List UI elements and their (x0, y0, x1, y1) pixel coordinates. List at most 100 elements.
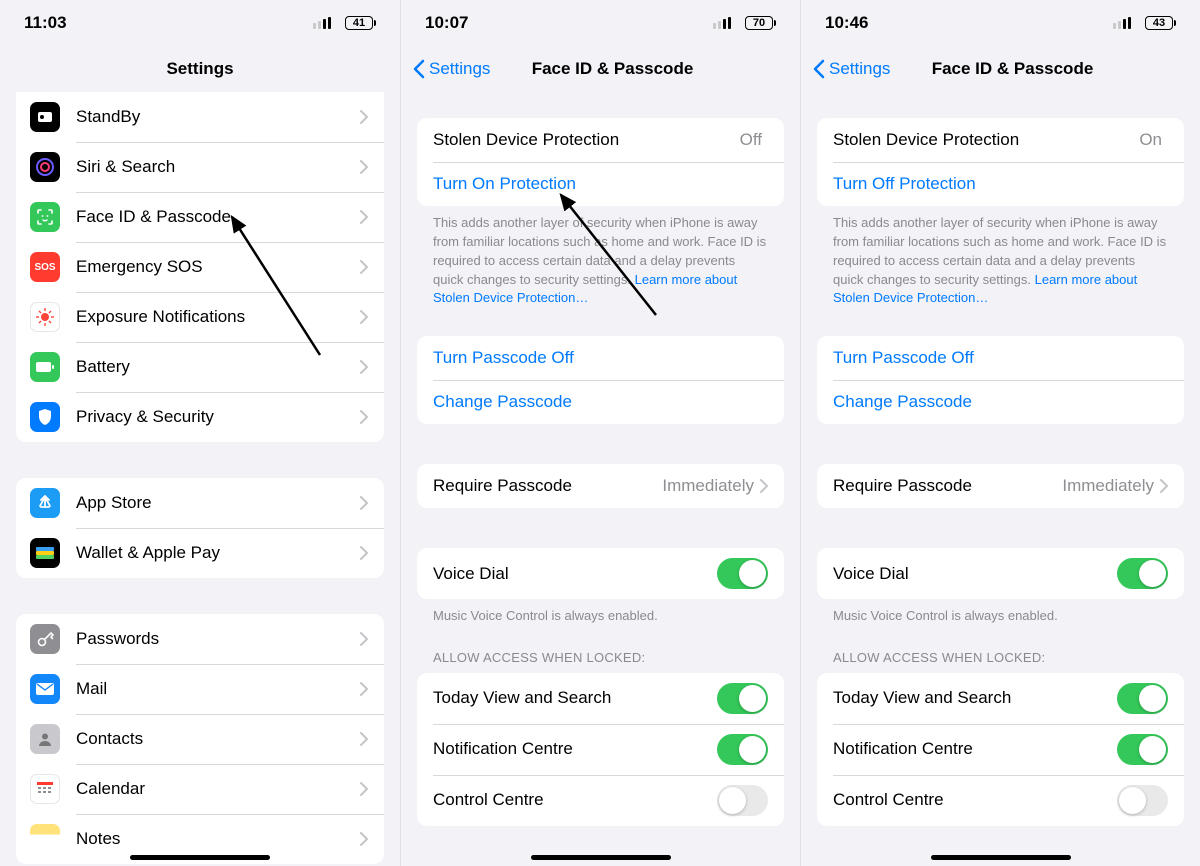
notification-centre-toggle[interactable] (1117, 734, 1168, 765)
row-siri-search[interactable]: Siri & Search (16, 142, 384, 192)
key-icon (30, 624, 60, 654)
chevron-icon (360, 496, 368, 510)
sdp-value: On (1139, 130, 1162, 150)
row-wallet-applepay[interactable]: Wallet & Apple Pay (16, 528, 384, 578)
passcode-group: Turn Passcode Off Change Passcode (817, 336, 1184, 424)
settings-group-2: App Store Wallet & Apple Pay (16, 478, 384, 578)
chevron-icon (360, 632, 368, 646)
status-bar: 11:03 41 (0, 0, 400, 46)
sdp-footer: This adds another layer of security when… (817, 206, 1184, 308)
row-label: Wallet & Apple Pay (76, 543, 360, 563)
row-label: Require Passcode (833, 476, 1062, 496)
notification-centre-toggle[interactable] (717, 734, 768, 765)
row-label: Control Centre (833, 790, 1117, 810)
sdp-group: Stolen Device Protection Off Turn On Pro… (417, 118, 784, 206)
today-view-toggle[interactable] (717, 683, 768, 714)
row-label: Mail (76, 679, 360, 699)
chevron-icon (360, 682, 368, 696)
voice-dial-toggle[interactable] (1117, 558, 1168, 589)
row-emergency-sos[interactable]: SOS Emergency SOS (16, 242, 384, 292)
today-view-toggle[interactable] (1117, 683, 1168, 714)
row-sdp-action[interactable]: Turn On Protection (417, 162, 784, 206)
battery-icon: 43 (1145, 16, 1176, 30)
require-passcode-group: Require Passcode Immediately (817, 464, 1184, 508)
row-label: Siri & Search (76, 157, 360, 177)
home-indicator[interactable] (130, 855, 270, 860)
status-time: 10:46 (825, 13, 868, 33)
row-label: Stolen Device Protection (833, 130, 1139, 150)
battery-icon: 70 (745, 16, 776, 30)
row-sdp-status[interactable]: Stolen Device Protection Off (417, 118, 784, 162)
row-label: Contacts (76, 729, 360, 749)
row-label: Calendar (76, 779, 360, 799)
notes-icon (30, 824, 60, 854)
row-label: StandBy (76, 107, 360, 127)
phone-faceid-on: 10:46 43 Settings Face ID & Passcode Sto… (800, 0, 1200, 866)
chevron-icon (360, 360, 368, 374)
row-app-store[interactable]: App Store (16, 478, 384, 528)
row-label: Require Passcode (433, 476, 662, 496)
row-notification-centre[interactable]: Notification Centre (417, 724, 784, 775)
control-centre-toggle[interactable] (717, 785, 768, 816)
row-label: Today View and Search (833, 688, 1117, 708)
settings-group-1: StandBy Siri & Search Face ID & Passcode… (16, 92, 384, 442)
cell-signal-icon (313, 17, 331, 29)
chevron-icon (1160, 479, 1168, 493)
back-button[interactable]: Settings (413, 59, 490, 79)
back-label: Settings (429, 59, 490, 79)
row-notification-centre[interactable]: Notification Centre (817, 724, 1184, 775)
home-indicator[interactable] (531, 855, 671, 860)
chevron-icon (360, 110, 368, 124)
row-label: Exposure Notifications (76, 307, 360, 327)
row-label: Change Passcode (833, 392, 1168, 412)
row-require-passcode[interactable]: Require Passcode Immediately (817, 464, 1184, 508)
siri-icon (30, 152, 60, 182)
status-time: 10:07 (425, 13, 468, 33)
row-sdp-action[interactable]: Turn Off Protection (817, 162, 1184, 206)
require-value: Immediately (662, 476, 754, 496)
row-label: Emergency SOS (76, 257, 360, 277)
page-title: Face ID & Passcode (932, 59, 1094, 79)
row-voice-dial[interactable]: Voice Dial (817, 548, 1184, 599)
row-faceid-passcode[interactable]: Face ID & Passcode (16, 192, 384, 242)
nav-header: Settings (0, 46, 400, 92)
row-passwords[interactable]: Passwords (16, 614, 384, 664)
row-contacts[interactable]: Contacts (16, 714, 384, 764)
row-turn-passcode-off[interactable]: Turn Passcode Off (817, 336, 1184, 380)
row-turn-passcode-off[interactable]: Turn Passcode Off (417, 336, 784, 380)
allow-access-header: ALLOW ACCESS WHEN LOCKED: (417, 626, 784, 673)
row-standby[interactable]: StandBy (16, 92, 384, 142)
voice-dial-group: Voice Dial (417, 548, 784, 599)
allow-access-group: Today View and Search Notification Centr… (817, 673, 1184, 826)
row-control-centre[interactable]: Control Centre (417, 775, 784, 826)
row-label: Notes (76, 829, 360, 849)
row-calendar[interactable]: Calendar (16, 764, 384, 814)
row-battery[interactable]: Battery (16, 342, 384, 392)
control-centre-toggle[interactable] (1117, 785, 1168, 816)
row-exposure-notifications[interactable]: Exposure Notifications (16, 292, 384, 342)
row-change-passcode[interactable]: Change Passcode (417, 380, 784, 424)
cell-signal-icon (713, 17, 731, 29)
row-privacy-security[interactable]: Privacy & Security (16, 392, 384, 442)
page-title: Face ID & Passcode (532, 59, 694, 79)
row-mail[interactable]: Mail (16, 664, 384, 714)
appstore-icon (30, 488, 60, 518)
row-require-passcode[interactable]: Require Passcode Immediately (417, 464, 784, 508)
back-button[interactable]: Settings (813, 59, 890, 79)
row-label: Control Centre (433, 790, 717, 810)
voice-dial-toggle[interactable] (717, 558, 768, 589)
nav-header: Settings Face ID & Passcode (801, 46, 1200, 92)
battery-settings-icon (30, 352, 60, 382)
row-today-view[interactable]: Today View and Search (817, 673, 1184, 724)
chevron-icon (360, 160, 368, 174)
row-today-view[interactable]: Today View and Search (417, 673, 784, 724)
home-indicator[interactable] (931, 855, 1071, 860)
privacy-icon (30, 402, 60, 432)
row-label: Turn Off Protection (833, 174, 1168, 194)
sdp-value: Off (740, 130, 762, 150)
row-change-passcode[interactable]: Change Passcode (817, 380, 1184, 424)
row-label: Passwords (76, 629, 360, 649)
row-sdp-status[interactable]: Stolen Device Protection On (817, 118, 1184, 162)
row-voice-dial[interactable]: Voice Dial (417, 548, 784, 599)
row-control-centre[interactable]: Control Centre (817, 775, 1184, 826)
